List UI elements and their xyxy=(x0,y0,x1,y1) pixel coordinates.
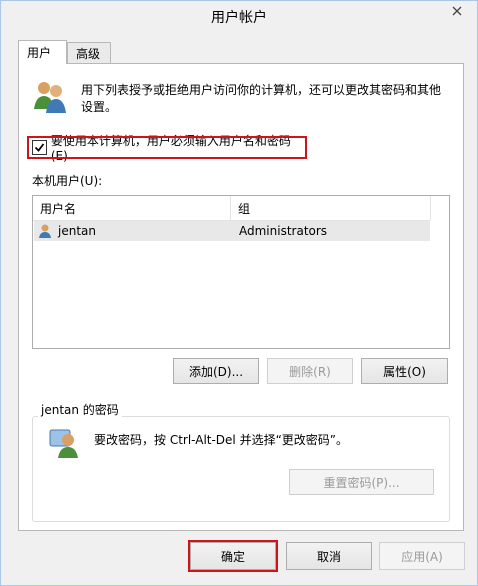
row-group: Administrators xyxy=(239,224,328,238)
intro-line-1: 用下列表授予或拒绝用户访问你的计算机，还可以更改其密码和其他 xyxy=(81,83,442,97)
user-key-icon xyxy=(49,429,78,458)
list-header: 用户名 组 xyxy=(33,196,430,221)
tab-users[interactable]: 用户 xyxy=(18,40,67,64)
row-username: jentan xyxy=(58,224,96,238)
tab-advanced-label: 高级 xyxy=(76,47,101,61)
cancel-button-label: 取消 xyxy=(316,549,341,564)
require-login-label: 要使用本计算机，用户必须输入用户名和密码(E) xyxy=(50,134,291,163)
column-username-label: 用户名 xyxy=(40,201,77,216)
reset-password-button[interactable]: 重置密码(P)... xyxy=(289,469,434,495)
close-icon xyxy=(452,6,461,16)
users-list-caption: 本机用户(U): xyxy=(32,174,103,188)
close-button[interactable] xyxy=(441,1,472,21)
title-bar[interactable]: 用户帐户 xyxy=(1,1,477,31)
add-button[interactable]: 添加(D)... xyxy=(173,358,259,384)
properties-button[interactable]: 属性(O) xyxy=(361,358,448,384)
intro-line-2: 设置。 xyxy=(81,100,118,114)
password-instructions: 要改密码，按 Ctrl-Alt-Del 并选择“更改密码”。 xyxy=(94,433,349,447)
apply-button-label: 应用(A) xyxy=(401,549,443,564)
add-button-label: 添加(D)... xyxy=(188,364,244,379)
column-header-group[interactable]: 组 xyxy=(231,196,430,220)
header-filler xyxy=(430,196,448,220)
user-accounts-window: 用户帐户 用户 高级 用下列表授予或拒绝用户访问你的计算机，还可以更改其密码和其… xyxy=(0,0,478,586)
users-list[interactable]: 用户名 组 jentan Administrators xyxy=(32,195,450,349)
checkmark-icon xyxy=(34,143,45,152)
column-header-username[interactable]: 用户名 xyxy=(33,196,231,220)
require-login-checkbox[interactable]: 要使用本计算机，用户必须输入用户名和密码(E) xyxy=(27,134,307,163)
tab-users-label: 用户 xyxy=(27,46,52,60)
window-title: 用户帐户 xyxy=(211,10,267,26)
users-icon xyxy=(34,82,66,113)
table-row[interactable]: jentan Administrators xyxy=(34,221,430,241)
reset-password-label: 重置密码(P)... xyxy=(323,475,400,490)
user-icon xyxy=(39,224,51,238)
column-group-label: 组 xyxy=(238,201,251,216)
remove-button-label: 删除(R) xyxy=(289,364,331,379)
remove-button[interactable]: 删除(R) xyxy=(267,358,353,384)
ok-button-label: 确定 xyxy=(220,549,245,564)
intro-text: 用下列表授予或拒绝用户访问你的计算机，还可以更改其密码和其他 设置。 xyxy=(81,82,451,116)
password-group-title: jentan 的密码 xyxy=(38,401,122,418)
cancel-button[interactable]: 取消 xyxy=(286,542,372,570)
ok-button[interactable]: 确定 xyxy=(188,540,278,572)
properties-button-label: 属性(O) xyxy=(383,364,426,379)
checkbox-box[interactable] xyxy=(32,140,47,155)
tab-advanced[interactable]: 高级 xyxy=(67,42,111,64)
apply-button[interactable]: 应用(A) xyxy=(379,542,465,570)
